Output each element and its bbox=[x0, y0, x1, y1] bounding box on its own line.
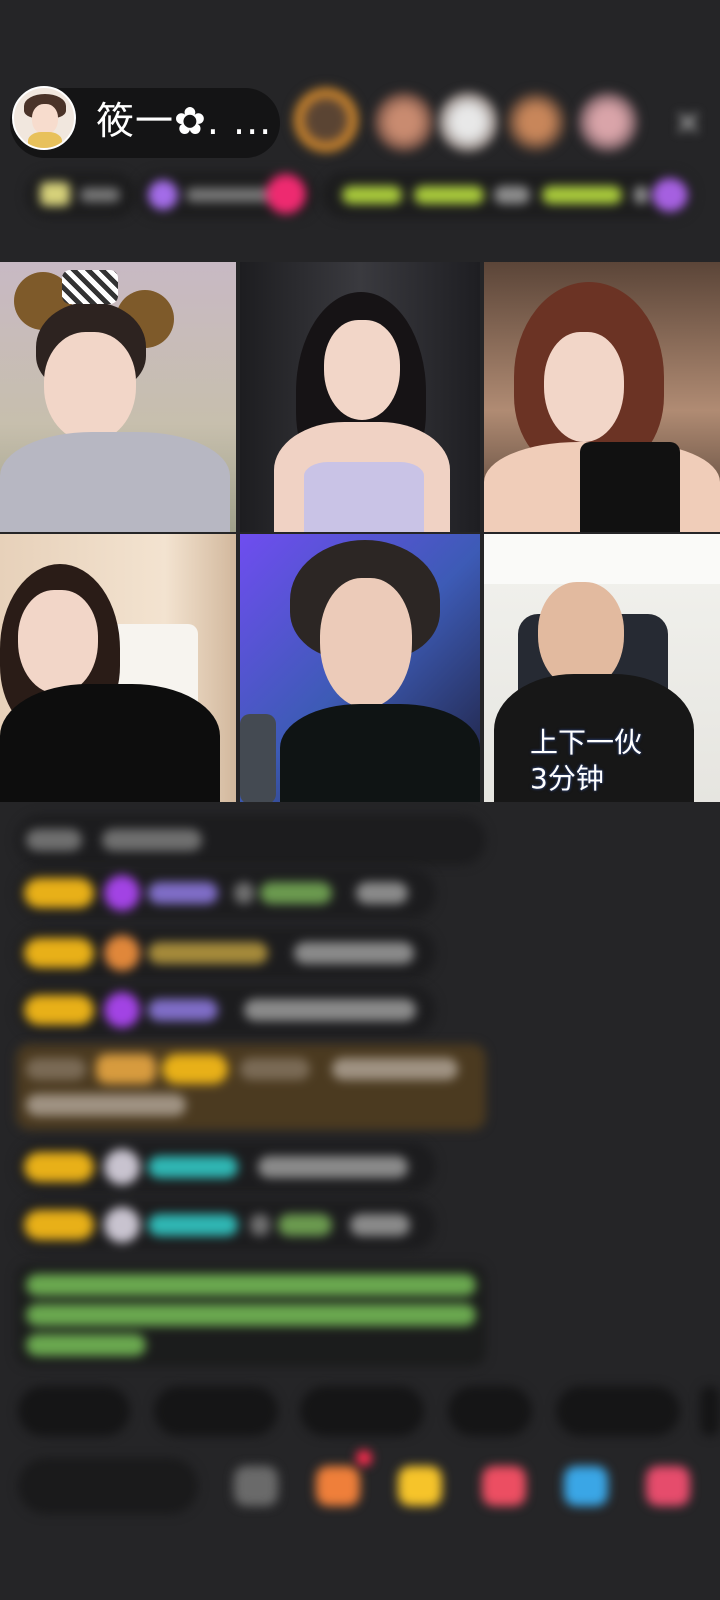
avatar-face bbox=[32, 104, 58, 134]
chat-input[interactable] bbox=[18, 1458, 198, 1514]
guest-video-2[interactable] bbox=[240, 262, 480, 532]
video-grid bbox=[0, 262, 720, 802]
chat-message[interactable] bbox=[16, 1142, 436, 1192]
face bbox=[544, 332, 624, 442]
rank-badge[interactable] bbox=[26, 172, 136, 218]
quick-chip[interactable] bbox=[154, 1386, 278, 1436]
face bbox=[18, 590, 98, 694]
overlay-text-line-1: 上下一伙 bbox=[530, 726, 643, 759]
ticker-banner[interactable] bbox=[322, 172, 694, 218]
quick-chip[interactable] bbox=[18, 1386, 130, 1436]
chat-message[interactable] bbox=[16, 985, 436, 1035]
avatar-body bbox=[28, 132, 62, 148]
notification-dot bbox=[356, 1450, 372, 1466]
more-icon[interactable] bbox=[646, 1466, 690, 1506]
gift-box-icon[interactable] bbox=[316, 1466, 360, 1506]
chat-message[interactable] bbox=[16, 868, 436, 918]
microphone bbox=[240, 714, 276, 802]
chat-system-notice bbox=[16, 1264, 486, 1366]
host-name[interactable]: 筱一✿. ... bbox=[96, 98, 272, 144]
overlay-text-line-2: 3分钟 bbox=[530, 762, 604, 795]
close-icon[interactable]: ✕ bbox=[668, 104, 708, 144]
popularity-badge[interactable] bbox=[136, 172, 316, 218]
torso bbox=[0, 432, 230, 532]
room-info-row bbox=[16, 172, 700, 218]
emoji-icon[interactable] bbox=[234, 1466, 278, 1506]
guest-video-1[interactable] bbox=[0, 262, 236, 532]
calligraphy-banner bbox=[484, 534, 720, 584]
face bbox=[320, 578, 412, 708]
top-viewer-avatar[interactable] bbox=[292, 86, 360, 154]
pk-icon[interactable] bbox=[482, 1466, 526, 1506]
top bbox=[580, 442, 680, 532]
chat-message-system bbox=[16, 815, 486, 865]
top-viewer-avatar[interactable] bbox=[374, 92, 434, 152]
face bbox=[44, 332, 136, 442]
guest-video-4[interactable] bbox=[0, 534, 236, 802]
quick-chip[interactable] bbox=[300, 1386, 424, 1436]
chat-message[interactable] bbox=[16, 928, 436, 978]
chat-message-highlighted[interactable] bbox=[16, 1044, 486, 1130]
chat-message[interactable] bbox=[16, 1200, 436, 1250]
quick-chip[interactable] bbox=[556, 1386, 680, 1436]
share-icon[interactable] bbox=[564, 1466, 608, 1506]
top-viewer-avatar[interactable] bbox=[506, 92, 566, 152]
gift-icon[interactable] bbox=[398, 1466, 442, 1506]
torso bbox=[280, 704, 480, 802]
guest-video-3[interactable] bbox=[484, 262, 720, 532]
top-viewer-avatar[interactable] bbox=[438, 92, 498, 152]
quick-chip[interactable] bbox=[700, 1386, 720, 1436]
top bbox=[304, 462, 424, 532]
top-viewer-avatar[interactable] bbox=[578, 92, 638, 152]
face bbox=[324, 320, 400, 420]
torso bbox=[0, 684, 220, 802]
quick-chip[interactable] bbox=[448, 1386, 532, 1436]
host-avatar[interactable] bbox=[12, 86, 76, 150]
guest-video-5[interactable] bbox=[240, 534, 480, 802]
hair-bow bbox=[62, 270, 118, 304]
